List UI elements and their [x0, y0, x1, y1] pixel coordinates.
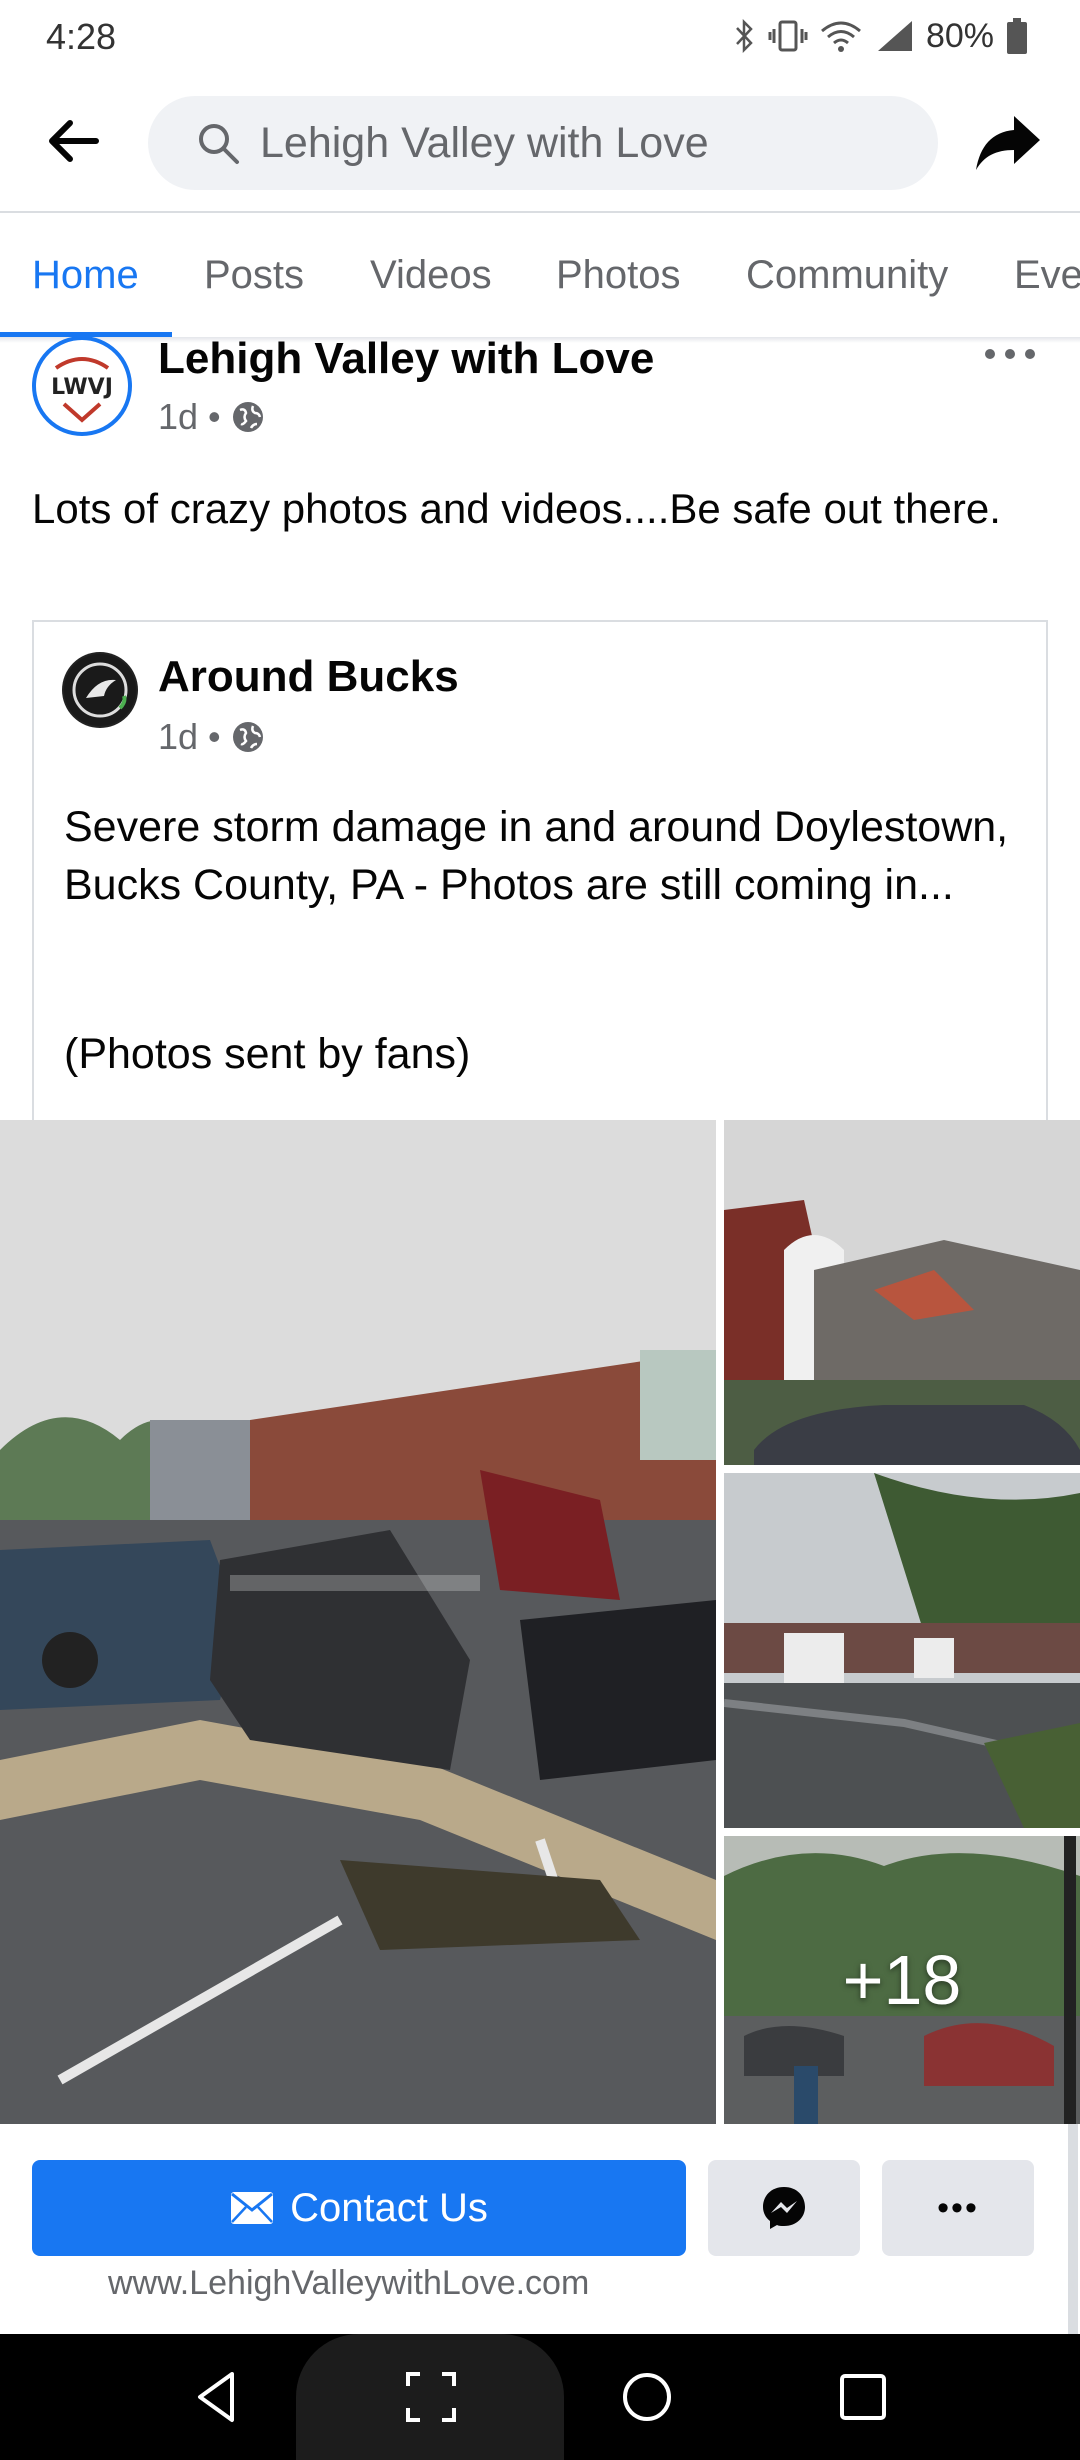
battery-percentage: 80%: [925, 16, 994, 55]
globe-icon: [232, 722, 263, 752]
messenger-button[interactable]: [708, 2160, 860, 2256]
nav-home-button[interactable]: [614, 2364, 680, 2430]
more-actions-button[interactable]: •••: [882, 2160, 1034, 2256]
post-meta: 1d •: [158, 396, 265, 438]
status-icons: 80%: [734, 14, 1028, 58]
search-icon: [199, 124, 239, 164]
tab-events[interactable]: Even: [1014, 253, 1080, 298]
more-dots-icon: [985, 349, 1035, 359]
more-photos-count[interactable]: +18: [724, 1836, 1080, 2124]
messenger-icon: [763, 2187, 805, 2229]
nav-screenshot-button[interactable]: [398, 2364, 464, 2430]
screen-capture-icon: [406, 2372, 456, 2422]
contact-us-button[interactable]: Contact Us: [32, 2160, 686, 2256]
page-tabs: Home Posts Videos Photos Community Even: [0, 213, 1080, 337]
envelope-icon: [231, 2192, 274, 2224]
circle-home-icon: [623, 2373, 671, 2421]
search-input[interactable]: Lehigh Valley with Love: [148, 96, 938, 190]
shared-page-name[interactable]: Around Bucks: [158, 652, 459, 702]
contact-us-label: Contact Us: [290, 2185, 488, 2230]
vibrate-icon: [768, 20, 808, 52]
photo-illustration: [724, 1120, 1080, 1465]
back-button[interactable]: [44, 112, 102, 170]
battery-icon: [1007, 18, 1027, 54]
meta-separator: •: [208, 396, 221, 437]
shared-post-meta: 1d •: [158, 716, 265, 758]
avatar-lettering: LWVJ: [51, 375, 113, 400]
triangle-back-icon: [198, 2372, 234, 2422]
share-arrow-icon: [976, 116, 1040, 170]
photo-illustration: [724, 1473, 1080, 1828]
photo-illustration: [0, 1120, 716, 2124]
status-time: 4:28: [46, 16, 117, 57]
shared-post-text: Severe storm damage in and around Doyles…: [64, 803, 1009, 909]
page-logo-icon: LWVJ: [40, 344, 124, 428]
post-text: Lots of crazy photos and videos....Be sa…: [32, 485, 1001, 532]
globe-icon: [232, 402, 263, 432]
shared-page-avatar[interactable]: [62, 652, 138, 728]
search-query-text: Lehigh Valley with Love: [260, 118, 709, 167]
post-time[interactable]: 1d: [158, 396, 198, 438]
scrollbar[interactable]: [1068, 2124, 1078, 2334]
wifi-icon: [820, 21, 861, 52]
tab-posts[interactable]: Posts: [204, 253, 304, 298]
post-more-options-button[interactable]: [980, 334, 1040, 374]
bluetooth-icon: [736, 19, 753, 53]
website-link[interactable]: www.LehighValleywithLove.com: [108, 2264, 589, 2303]
tab-home[interactable]: Home: [32, 253, 139, 298]
photo-damaged-roof[interactable]: [724, 1120, 1080, 1465]
meta-separator: •: [208, 716, 221, 757]
nav-back-button[interactable]: [184, 2364, 250, 2430]
square-recents-icon: [840, 2374, 886, 2420]
share-button[interactable]: [974, 108, 1044, 178]
tab-community[interactable]: Community: [746, 253, 948, 298]
page-name[interactable]: Lehigh Valley with Love: [158, 334, 654, 384]
photo-flooded-street[interactable]: [724, 1473, 1080, 1828]
nav-recents-button[interactable]: [830, 2364, 896, 2430]
shared-post-time[interactable]: 1d: [158, 716, 198, 758]
photo-edge: [1064, 1836, 1076, 2124]
photo-storm-damaged-cars[interactable]: [0, 1120, 716, 2124]
around-bucks-logo-icon: [64, 654, 136, 726]
shared-post-caption: (Photos sent by fans): [64, 1030, 471, 1078]
photo-divider: [716, 1120, 724, 2124]
signal-icon: [877, 21, 912, 51]
page-avatar[interactable]: LWVJ: [32, 336, 132, 436]
tab-photos[interactable]: Photos: [556, 253, 681, 298]
tab-videos[interactable]: Videos: [370, 253, 492, 298]
back-arrow-icon: [49, 120, 99, 162]
